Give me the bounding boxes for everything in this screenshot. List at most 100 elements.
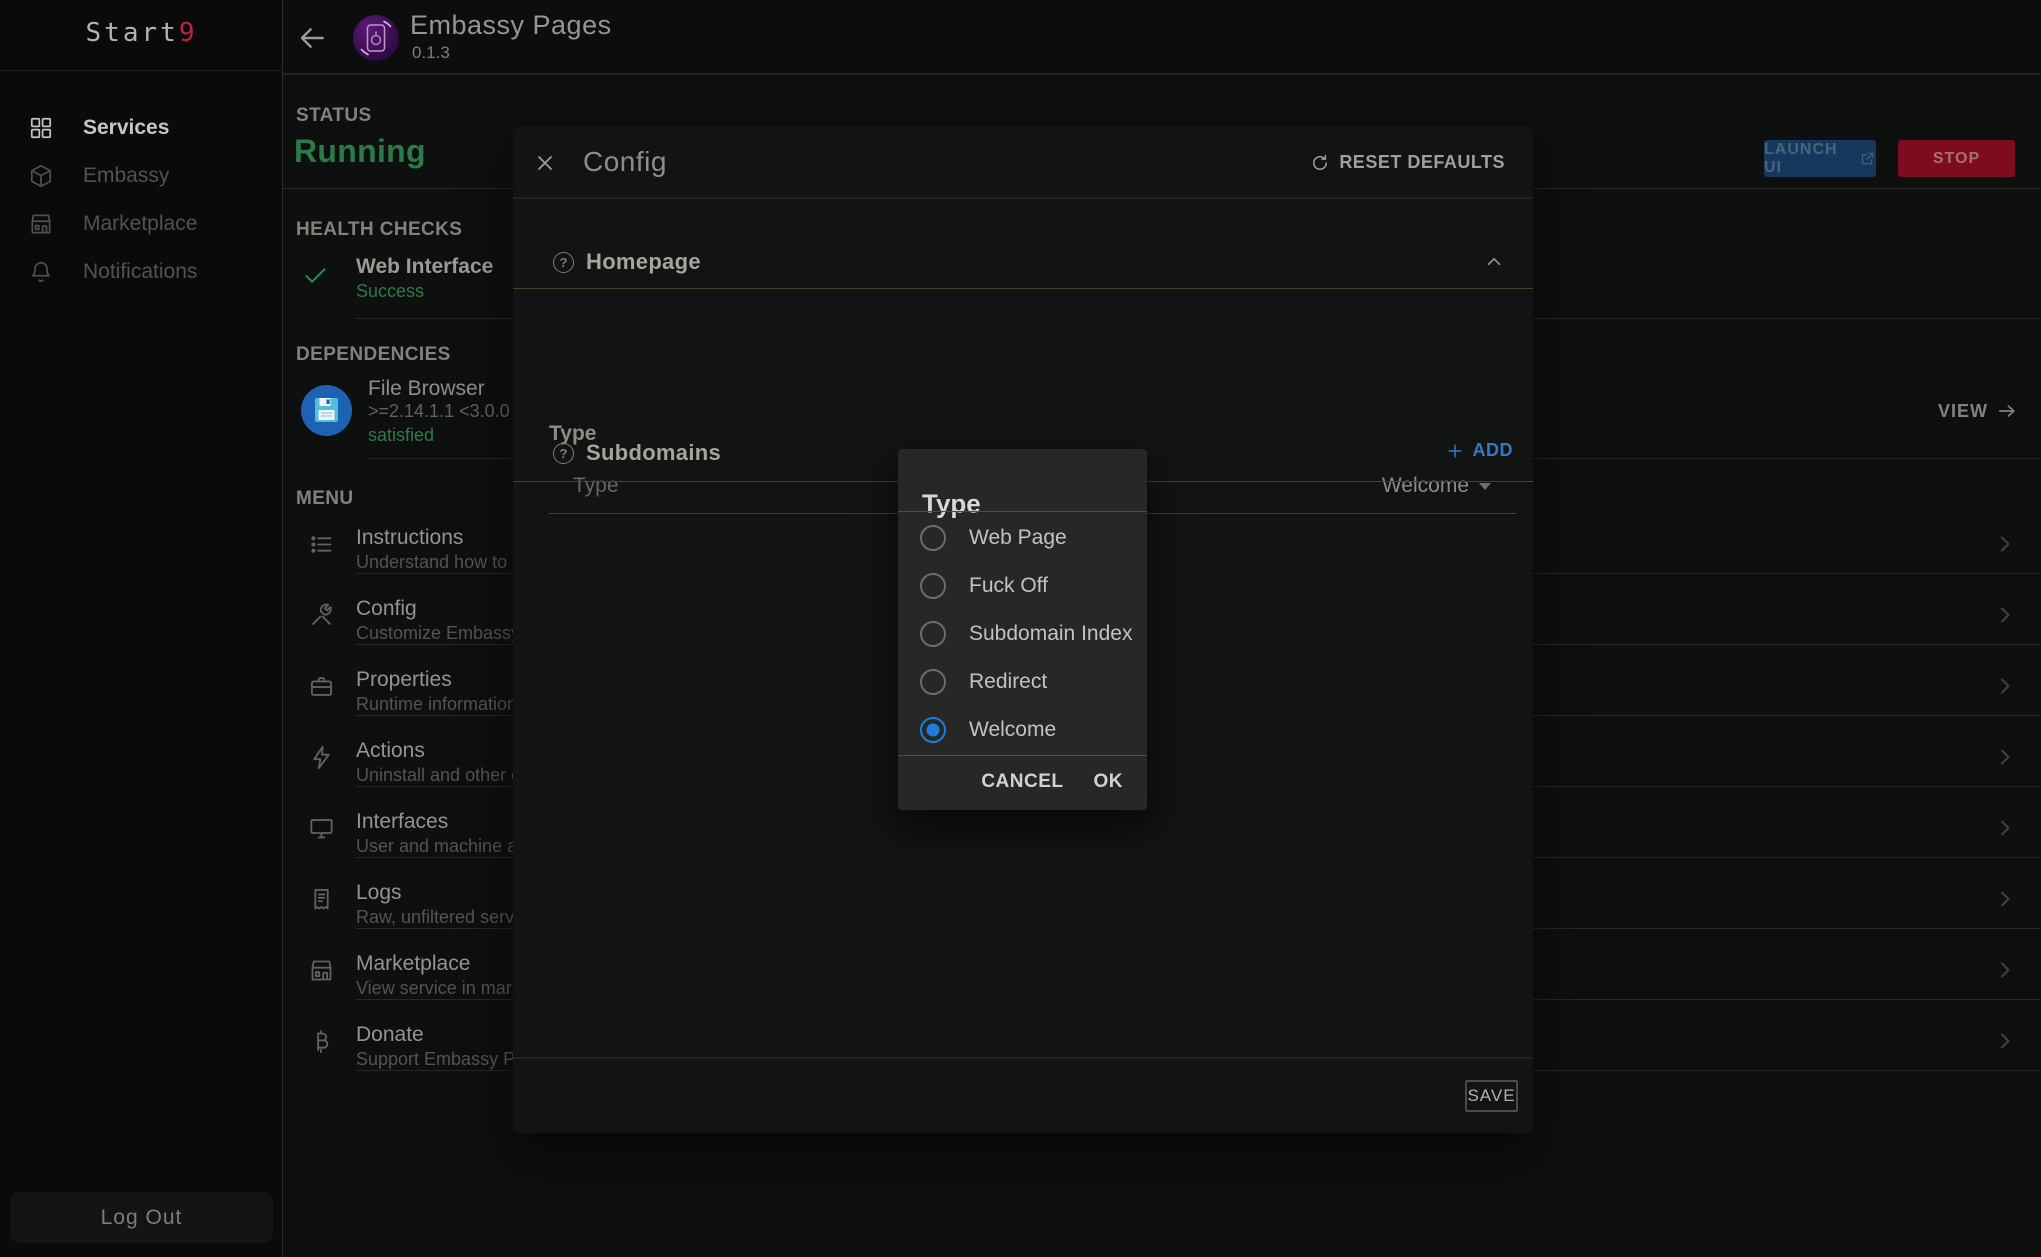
storefront-icon bbox=[28, 211, 54, 237]
dependency-status: satisfied bbox=[368, 425, 434, 446]
radio-option-fuck-off[interactable]: Fuck Off bbox=[898, 562, 1147, 610]
sidebar-item-label: Embassy bbox=[83, 164, 169, 188]
sidebar-item-label: Marketplace bbox=[83, 212, 197, 236]
add-label: ADD bbox=[1473, 440, 1514, 461]
reset-defaults-button[interactable]: RESET DEFAULTS bbox=[1310, 152, 1505, 173]
divider bbox=[898, 511, 1147, 512]
menu-item-description: Raw, unfiltered service bbox=[356, 907, 537, 928]
plus-icon bbox=[1445, 441, 1465, 461]
list-icon bbox=[308, 531, 335, 558]
health-check-result: Success bbox=[356, 281, 424, 302]
stop-label: STOP bbox=[1933, 150, 1980, 168]
health-section-label: HEALTH CHECKS bbox=[296, 219, 462, 241]
chevron-right-icon bbox=[1993, 816, 2017, 840]
sidebar-divider bbox=[0, 70, 283, 71]
divider bbox=[898, 755, 1147, 756]
radio-icon bbox=[920, 669, 946, 695]
build-tools-icon bbox=[308, 602, 335, 629]
menu-item-title: Config bbox=[356, 597, 417, 621]
logo-text: Start bbox=[86, 18, 179, 48]
help-icon: ? bbox=[553, 443, 574, 464]
flash-icon bbox=[308, 744, 335, 771]
radio-option-label: Welcome bbox=[969, 718, 1056, 742]
radio-icon bbox=[920, 621, 946, 647]
sidebar-item-services[interactable]: Services bbox=[0, 104, 283, 152]
chevron-right-icon bbox=[1993, 745, 2017, 769]
menu-item-title: Instructions bbox=[356, 526, 463, 550]
screen: Start9 Services Embassy Marketplace Noti… bbox=[0, 0, 2041, 1257]
stop-button[interactable]: STOP bbox=[1898, 140, 2015, 177]
homepage-section-header[interactable]: ? Homepage bbox=[553, 249, 701, 275]
config-modal-header: Config RESET DEFAULTS bbox=[513, 126, 1533, 199]
help-icon: ? bbox=[553, 252, 574, 273]
subdomains-section-header: ? Subdomains bbox=[553, 440, 721, 466]
health-check-name: Web Interface bbox=[356, 255, 493, 279]
view-dependency-link[interactable]: VIEW bbox=[1938, 400, 2018, 422]
radio-icon bbox=[920, 525, 946, 551]
app-logo: Start9 bbox=[0, 18, 283, 48]
radio-option-label: Web Page bbox=[969, 526, 1067, 550]
chevron-up-icon[interactable] bbox=[1483, 251, 1505, 273]
radio-option-redirect[interactable]: Redirect bbox=[898, 658, 1147, 706]
radio-option-welcome[interactable]: Welcome bbox=[898, 706, 1147, 754]
type-field-label: Type bbox=[573, 474, 619, 498]
add-subdomain-button[interactable]: ADD bbox=[1445, 440, 1514, 461]
type-dialog: Type Web Page Fuck Off Subdomain Index R… bbox=[898, 449, 1147, 810]
launch-ui-button[interactable]: LAUNCH UI bbox=[1764, 140, 1876, 177]
menu-item-title: Donate bbox=[356, 1023, 424, 1047]
menu-section-label: MENU bbox=[296, 488, 354, 510]
menu-item-title: Marketplace bbox=[356, 952, 470, 976]
storefront-icon bbox=[308, 957, 335, 984]
grid-icon bbox=[28, 115, 54, 141]
desktop-icon bbox=[308, 815, 335, 842]
radio-icon bbox=[920, 717, 946, 743]
chevron-right-icon bbox=[1993, 1029, 2017, 1053]
radio-option-label: Redirect bbox=[969, 670, 1047, 694]
radio-option-label: Fuck Off bbox=[969, 574, 1048, 598]
dependency-name: File Browser bbox=[368, 377, 485, 401]
sidebar-item-notifications[interactable]: Notifications bbox=[0, 248, 283, 296]
dependency-version: >=2.14.1.1 <3.0.0 bbox=[368, 401, 510, 422]
type-field-value: Welcome bbox=[1382, 474, 1469, 498]
external-link-icon bbox=[1860, 150, 1876, 167]
sidebar-item-label: Notifications bbox=[83, 260, 197, 284]
sidebar-item-label: Services bbox=[83, 116, 169, 140]
chevron-right-icon bbox=[1993, 532, 2017, 556]
view-label: VIEW bbox=[1938, 401, 1988, 422]
page-title: Embassy Pages bbox=[410, 10, 612, 41]
radio-option-web-page[interactable]: Web Page bbox=[898, 514, 1147, 562]
homepage-section-title: Homepage bbox=[586, 249, 701, 275]
file-browser-avatar bbox=[300, 384, 353, 437]
menu-item-title: Interfaces bbox=[356, 810, 448, 834]
arrow-right-icon bbox=[1996, 400, 2018, 422]
sidebar-item-marketplace[interactable]: Marketplace bbox=[0, 200, 283, 248]
reset-defaults-label: RESET DEFAULTS bbox=[1339, 152, 1505, 173]
subdomains-section-title: Subdomains bbox=[586, 440, 721, 466]
close-icon[interactable] bbox=[533, 151, 557, 175]
caret-down-icon bbox=[1479, 483, 1491, 490]
menu-item-title: Properties bbox=[356, 668, 452, 692]
back-button[interactable] bbox=[296, 22, 328, 54]
status-value: Running bbox=[294, 133, 426, 170]
type-dialog-buttons: CANCEL OK bbox=[981, 771, 1123, 793]
chevron-right-icon bbox=[1993, 887, 2017, 911]
save-button[interactable]: SAVE bbox=[1465, 1080, 1518, 1112]
chevron-right-icon bbox=[1993, 674, 2017, 698]
logout-button[interactable]: Log Out bbox=[10, 1192, 273, 1243]
refresh-icon bbox=[1310, 153, 1330, 173]
check-icon bbox=[302, 262, 329, 289]
divider bbox=[513, 288, 1533, 289]
radio-option-label: Subdomain Index bbox=[969, 622, 1132, 646]
config-modal-title: Config bbox=[583, 146, 667, 178]
sidebar-item-embassy[interactable]: Embassy bbox=[0, 152, 283, 200]
status-section-label: STATUS bbox=[296, 105, 372, 127]
cancel-button[interactable]: CANCEL bbox=[981, 771, 1063, 793]
menu-item-title: Actions bbox=[356, 739, 425, 763]
logo-accent: 9 bbox=[179, 18, 198, 48]
sidebar: Start9 Services Embassy Marketplace Noti… bbox=[0, 0, 283, 1257]
radio-icon bbox=[920, 573, 946, 599]
radio-option-subdomain-index[interactable]: Subdomain Index bbox=[898, 610, 1147, 658]
chevron-right-icon bbox=[1993, 603, 2017, 627]
briefcase-icon bbox=[308, 673, 335, 700]
ok-button[interactable]: OK bbox=[1094, 771, 1124, 793]
